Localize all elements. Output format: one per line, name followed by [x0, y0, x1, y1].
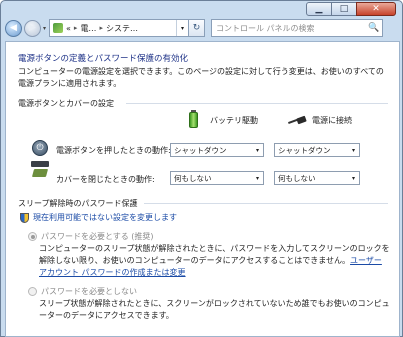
- breadcrumb-overflow[interactable]: «: [66, 24, 71, 33]
- power-button-battery-select[interactable]: シャットダウン ▾: [170, 143, 264, 157]
- require-password-description: コンピューターのスリープ状態が解除されたときに、パスワードを入力してスクリーンの…: [39, 243, 391, 279]
- address-bar[interactable]: « ▸ 電… ▸ システ… ▾: [49, 19, 190, 37]
- breadcrumb-separator-icon[interactable]: ▸: [99, 24, 103, 32]
- power-button-label: 電源ボタンを押したときの動作:: [56, 146, 171, 155]
- address-dropdown-icon[interactable]: ▾: [176, 20, 188, 36]
- lid-battery-value: 何もしない: [174, 173, 212, 183]
- lid-label: カバーを閉じたときの動作:: [56, 175, 155, 184]
- navigation-bar: ◀ ▶ ▾ « ▸ 電… ▸ システ… ▾ ↻ コントロール パネルの検索 🔍: [5, 17, 400, 39]
- window-frame: ▁ □ ✕ ◀ ▶ ▾ « ▸ 電… ▸ システ… ▾ ↻ コントロール パネル…: [0, 0, 403, 337]
- power-button-battery-value: シャットダウン: [174, 145, 227, 155]
- power-button-plugged-value: シャットダウン: [278, 145, 331, 155]
- battery-column-header: バッテリ駆動: [189, 112, 258, 128]
- page-title: 電源ボタンの定義とパスワード保護の有効化: [18, 54, 189, 64]
- require-password-desc-text: コンピューターのスリープ状態が解除されたときに、パスワードを入力してスクリーンの…: [39, 244, 390, 265]
- chevron-down-icon: ▾: [255, 146, 259, 154]
- search-box[interactable]: コントロール パネルの検索 🔍: [211, 19, 384, 37]
- page-description: コンピューターの電源設定を選択できます。このページの設定に対して行う変更は、お使…: [18, 67, 384, 88]
- power-plug-icon: [288, 115, 308, 125]
- no-password-label: パスワードを必要としない: [41, 287, 137, 296]
- chevron-down-icon: ▾: [351, 174, 355, 182]
- back-button[interactable]: ◀: [5, 19, 22, 37]
- lid-battery-select[interactable]: 何もしない ▾: [170, 171, 264, 185]
- section-divider: [144, 203, 388, 204]
- chevron-down-icon: ▾: [351, 146, 355, 154]
- search-placeholder: コントロール パネルの検索: [216, 23, 315, 33]
- power-button-plugged-select[interactable]: シャットダウン ▾: [274, 143, 360, 157]
- breadcrumb-power-options[interactable]: 電…: [80, 23, 96, 34]
- forward-button[interactable]: ▶: [24, 19, 41, 37]
- lid-plugged-value: 何もしない: [278, 173, 316, 183]
- change-unavailable-settings-link[interactable]: 現在利用可能ではない設定を変更します: [20, 212, 177, 223]
- breadcrumb-system-settings[interactable]: システ…: [106, 23, 138, 34]
- caption-buttons: ▁ □ ✕: [306, 2, 396, 16]
- breadcrumb-separator-icon[interactable]: ▸: [74, 24, 78, 32]
- recent-pages-dropdown[interactable]: ▾: [43, 25, 46, 32]
- close-button[interactable]: ✕: [356, 2, 396, 16]
- no-password-option[interactable]: パスワードを必要としない: [28, 286, 137, 297]
- section-divider: [126, 103, 388, 104]
- plugged-column-label: 電源に接続: [312, 116, 352, 125]
- battery-icon: [189, 112, 198, 128]
- chevron-down-icon: ▾: [255, 174, 259, 182]
- power-button-row-icon: ⏻: [32, 140, 48, 156]
- plugged-column-header: 電源に接続: [288, 115, 352, 126]
- minimize-button[interactable]: ▁: [306, 2, 332, 16]
- require-password-radio[interactable]: [28, 232, 37, 241]
- uac-shield-icon: [20, 212, 29, 223]
- maximize-button[interactable]: □: [331, 2, 357, 16]
- buttons-section-heading: 電源ボタンとカバーの設定: [18, 99, 114, 108]
- lid-plugged-select[interactable]: 何もしない ▾: [274, 171, 360, 185]
- control-panel-icon: [53, 23, 64, 33]
- change-unavailable-settings-text[interactable]: 現在利用可能ではない設定を変更します: [33, 212, 177, 223]
- content-pane: 電源ボタンの定義とパスワード保護の有効化 コンピューターの電源設定を選択できます…: [5, 41, 400, 337]
- no-password-radio[interactable]: [28, 287, 37, 296]
- power-button-icon: ⏻: [32, 140, 48, 156]
- no-password-description: スリープ状態が解除されたときに、スクリーンがロックされていないため誰でもお使いの…: [39, 299, 390, 320]
- password-section-heading: スリープ解除時のパスワード保護: [18, 199, 138, 208]
- search-icon[interactable]: 🔍: [366, 23, 382, 33]
- battery-column-label: バッテリ駆動: [210, 115, 258, 125]
- require-password-label: パスワードを必要とする (推奨): [41, 232, 154, 241]
- refresh-button[interactable]: ↻: [189, 19, 206, 37]
- require-password-option[interactable]: パスワードを必要とする (推奨): [28, 231, 154, 242]
